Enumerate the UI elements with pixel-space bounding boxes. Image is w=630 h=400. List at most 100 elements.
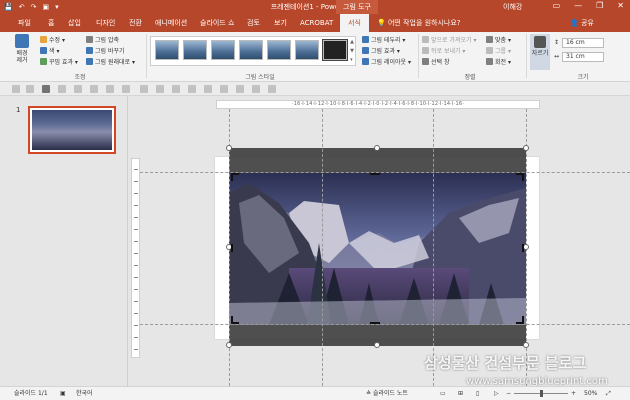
resize-handle[interactable] [226,342,232,348]
tool-icon[interactable] [90,85,98,93]
style-thumb[interactable] [322,39,348,61]
align-button[interactable]: 맞춤 ▾ [486,36,511,45]
gallery-scroll-icon[interactable]: ▲ ▼ ▾ [350,38,354,65]
zoom-thumb[interactable] [540,390,543,397]
picture-layout-button[interactable]: 그림 레이아웃 ▾ [362,58,411,67]
tab-design[interactable]: 디자인 [96,17,115,29]
tab-format[interactable]: 서식 [340,14,369,32]
selection-pane-label: 선택 창 [431,59,450,66]
crop-handle[interactable] [231,316,233,324]
style-thumb[interactable] [183,40,207,60]
tell-me-search[interactable]: 💡 어떤 작업을 원하시나요? [377,17,461,29]
tool-icon[interactable] [204,85,212,93]
tool-icon[interactable] [122,85,130,93]
crop-handle[interactable] [370,173,380,175]
user-name[interactable]: 이해강 [503,2,522,12]
close-icon[interactable]: ✕ [617,1,624,10]
normal-view-icon[interactable]: ▭ [440,387,446,400]
resize-handle[interactable] [523,342,529,348]
reset-picture-button[interactable]: 그림 원래대로 ▾ [86,58,135,67]
tool-icon[interactable] [268,85,276,93]
crop-handle[interactable] [231,173,233,181]
corrections-button[interactable]: 수정 ▾ [40,36,65,45]
tab-transitions[interactable]: 전환 [129,17,142,29]
tool-icon[interactable] [26,85,34,93]
fit-slide-icon[interactable]: ⤢ [606,387,611,400]
selection-pane-button[interactable]: 선택 창 [422,58,449,67]
picture-effects-button[interactable]: 그림 효과 ▾ [362,47,400,56]
tab-home[interactable]: 홈 [48,17,54,29]
remove-background-button[interactable]: 배경 제거 [10,34,34,64]
style-thumb[interactable] [155,40,179,60]
cropped-area-top[interactable] [229,148,526,173]
tool-icon[interactable] [140,85,148,93]
resize-handle[interactable] [374,145,380,151]
minimize-icon[interactable]: — [574,1,582,10]
style-thumb[interactable] [239,40,263,60]
change-picture-button[interactable]: 그림 바꾸기 [86,47,125,56]
bring-forward-button[interactable]: 앞으로 가져오기 ▾ [422,36,476,45]
resize-handle[interactable] [226,145,232,151]
tool-icon[interactable] [220,85,228,93]
tab-view[interactable]: 보기 [274,17,287,29]
tab-insert[interactable]: 삽입 [68,17,81,29]
zoom-slider[interactable] [514,390,568,397]
crop-button[interactable]: 자르기 [530,34,550,70]
tab-animations[interactable]: 애니메이션 [155,17,187,29]
crop-icon [534,36,546,48]
tool-icon[interactable] [156,85,164,93]
tool-icon[interactable] [42,85,50,93]
slide-sorter-icon[interactable]: ⊞ [458,387,463,400]
resize-handle[interactable] [374,342,380,348]
notes-button[interactable]: ≙ 슬라이드 노트 [366,387,408,400]
style-thumb[interactable] [267,40,291,60]
restore-icon[interactable]: ❐ [596,1,603,10]
crop-handle[interactable] [522,173,524,181]
tool-icon[interactable] [106,85,114,93]
artistic-effects-button[interactable]: 꾸밈 효과 ▾ [40,58,78,67]
send-backward-button[interactable]: 뒤로 보내기 ▾ [422,47,465,56]
crop-handle[interactable] [231,244,233,252]
tool-icon[interactable] [236,85,244,93]
layout-label: 그림 레이아웃 [371,59,407,66]
send-backward-label: 뒤로 보내기 [431,48,461,55]
tool-icon[interactable] [74,85,82,93]
landscape-photo [229,173,526,325]
rotate-button[interactable]: 회전 ▾ [486,58,511,67]
group-styles-label: 그림 스타일 [245,74,275,81]
tool-icon[interactable] [12,85,20,93]
selected-picture[interactable] [229,173,526,325]
slide-thumbnail[interactable] [28,106,116,154]
color-button[interactable]: 색 ▾ [40,47,59,56]
group-button[interactable]: 그룹 ▾ [486,47,511,56]
zoom-level[interactable]: 50% [584,387,597,400]
tool-icon[interactable] [188,85,196,93]
crop-handle[interactable] [522,244,524,252]
tab-review[interactable]: 검토 [247,17,260,29]
tab-file[interactable]: 파일 [18,17,31,29]
share-button[interactable]: 👤 공유 [570,17,594,29]
tool-icon[interactable] [58,85,66,93]
style-thumb[interactable] [295,40,319,60]
crop-handle[interactable] [370,322,380,324]
style-thumb[interactable] [211,40,235,60]
picture-border-button[interactable]: 그림 테두리 ▾ [362,36,405,45]
slideshow-icon[interactable]: ▷ [494,387,499,400]
tab-acrobat[interactable]: ACROBAT [300,17,333,29]
ribbon-display-icon[interactable]: ▭ [553,1,561,10]
spellcheck-icon[interactable]: ▣ [60,387,66,400]
width-field[interactable]: 31 cm [562,52,604,62]
tool-icon[interactable] [252,85,260,93]
compress-pictures-button[interactable]: 그림 압축 [86,36,119,45]
zoom-in-icon[interactable]: + [571,387,576,400]
language-status[interactable]: 한국어 [76,387,93,400]
zoom-out-icon[interactable]: − [506,387,511,400]
smart-guide [322,109,323,386]
align-label: 맞춤 [495,37,507,44]
reading-view-icon[interactable]: ▯ [476,387,479,400]
tab-slideshow[interactable]: 슬라이드 쇼 [200,17,234,29]
height-field[interactable]: 16 cm [562,38,604,48]
resize-handle[interactable] [523,145,529,151]
crop-handle[interactable] [522,316,524,324]
tool-icon[interactable] [172,85,180,93]
